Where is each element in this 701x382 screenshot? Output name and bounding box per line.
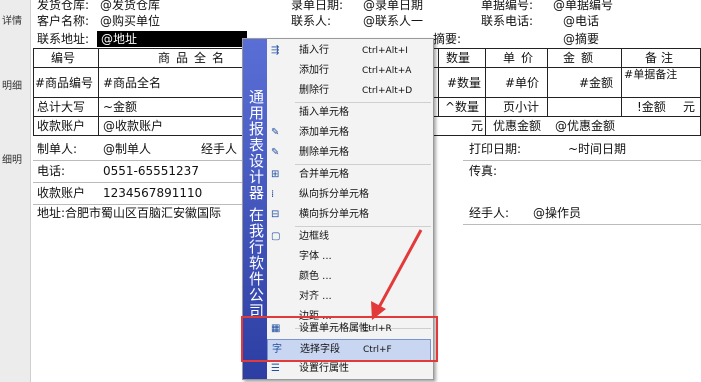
annotation-arrow-icon	[371, 229, 423, 320]
